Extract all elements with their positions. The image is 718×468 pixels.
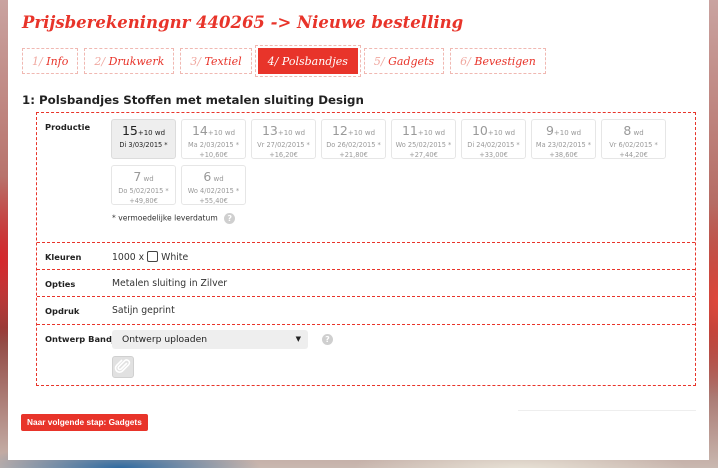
- help-icon[interactable]: ?: [224, 213, 236, 224]
- tab-bevestigen[interactable]: 6/ Bevestigen: [450, 48, 546, 74]
- option-days: 10: [471, 123, 488, 138]
- attach-button[interactable]: [112, 356, 134, 378]
- option-days: 14: [191, 123, 208, 138]
- kleuren-value: 1000 x White: [112, 251, 188, 263]
- option-days: 15: [121, 123, 138, 138]
- main-panel: Prijsberekeningnr 440265 -> Nieuwe beste…: [8, 0, 709, 460]
- option-price: +33,00€: [479, 151, 508, 159]
- tab-drukwerk[interactable]: 2/ Drukwerk: [84, 48, 175, 74]
- next-step-button[interactable]: Naar volgende stap: Gadgets: [21, 414, 148, 431]
- opties-value: Metalen sluiting in Zilver: [112, 278, 228, 289]
- production-option[interactable]: 7 wd Do 5/02/2015 * +49,80€: [111, 165, 176, 205]
- productie-row: Productie 15+10 wd Di 3/03/2015 * 14+10 wd…: [37, 113, 695, 243]
- option-days-suffix: wd: [211, 175, 224, 183]
- tab-info[interactable]: 1/ Info: [22, 48, 79, 74]
- production-option[interactable]: 10+10 wd Di 24/02/2015 * +33,00€: [461, 119, 526, 159]
- production-option[interactable]: 13+10 wd Vr 27/02/2015 * +16,20€: [251, 119, 316, 159]
- option-days: 9: [545, 123, 554, 138]
- option-days-suffix: +10 wd: [553, 129, 582, 137]
- opties-label: Opties: [45, 279, 76, 289]
- step-tabs: 1/ Info 2/ Drukwerk 3/ Textiel 4/ Polsba…: [22, 45, 546, 77]
- page-title: Prijsberekeningnr 440265 -> Nieuwe beste…: [22, 13, 464, 32]
- color-quantity: 1000 x: [112, 252, 145, 263]
- option-date: Di 24/02/2015 *: [467, 141, 520, 149]
- production-option[interactable]: 8 wd Vr 6/02/2015 * +44,20€: [601, 119, 666, 159]
- design-select-value: Ontwerp uploaden: [122, 334, 208, 345]
- option-date: Vr 6/02/2015 *: [609, 141, 658, 149]
- option-days-suffix: wd: [631, 129, 644, 137]
- opdruk-row: Opdruk Satijn geprint: [37, 297, 695, 325]
- option-days-suffix: +10 wd: [137, 129, 166, 137]
- tab-polsbandjes[interactable]: 4/ Polsbandjes: [254, 45, 361, 77]
- option-price: +10,60€: [199, 151, 228, 159]
- production-option[interactable]: 15+10 wd Di 3/03/2015 *: [111, 119, 176, 159]
- product-form: Productie 15+10 wd Di 3/03/2015 * 14+10 wd…: [36, 112, 696, 386]
- option-date: Ma 2/03/2015 *: [187, 141, 240, 149]
- option-price: +55,40€: [199, 197, 228, 205]
- option-date: Do 26/02/2015 *: [326, 141, 381, 149]
- color-name: White: [161, 252, 189, 263]
- option-date: Vr 27/02/2015 *: [257, 141, 310, 149]
- option-days-suffix: +10 wd: [207, 129, 236, 137]
- option-price: +27,40€: [409, 151, 438, 159]
- option-date: Do 5/02/2015 *: [118, 187, 169, 195]
- production-option[interactable]: 11+10 wd Wo 25/02/2015 * +27,40€: [391, 119, 456, 159]
- option-days-suffix: +10 wd: [277, 129, 306, 137]
- option-price: +16,20€: [269, 151, 298, 159]
- divider: [518, 410, 696, 411]
- option-date: Wo 25/02/2015 *: [395, 141, 452, 149]
- help-icon[interactable]: ?: [322, 334, 333, 345]
- option-days: 12: [331, 123, 348, 138]
- option-days-suffix: +10 wd: [347, 129, 376, 137]
- ontwerp-row: Ontwerp Bandje Ontwerp uploaden ▼ ?: [37, 325, 695, 385]
- productie-label: Productie: [45, 122, 91, 132]
- option-days-suffix: wd: [141, 175, 154, 183]
- production-option[interactable]: 14+10 wd Ma 2/03/2015 * +10,60€: [181, 119, 246, 159]
- opdruk-label: Opdruk: [45, 306, 80, 316]
- tab-gadgets[interactable]: 5/ Gadgets: [363, 48, 445, 74]
- opties-row: Opties Metalen sluiting in Zilver: [37, 270, 695, 297]
- design-select[interactable]: Ontwerp uploaden ▼: [112, 330, 308, 349]
- paperclip-icon: [114, 359, 131, 373]
- option-days-suffix: +10 wd: [417, 129, 446, 137]
- option-date: Di 3/03/2015 *: [119, 141, 168, 149]
- color-swatch: [147, 251, 159, 262]
- option-date: Wo 4/02/2015 *: [187, 187, 240, 195]
- production-option[interactable]: 12+10 wd Do 26/02/2015 * +21,80€: [321, 119, 386, 159]
- opdruk-value: Satijn geprint: [112, 305, 175, 316]
- option-days-suffix: +10 wd: [487, 129, 516, 137]
- option-price: +49,80€: [129, 197, 158, 205]
- section-title: 1: Polsbandjes Stoffen met metalen sluit…: [22, 93, 364, 107]
- option-date: Ma 23/02/2015 *: [535, 141, 592, 149]
- delivery-note: * vermoedelijke leverdatum ?: [112, 213, 236, 224]
- kleuren-label: Kleuren: [45, 252, 82, 262]
- option-price: +21,80€: [339, 151, 368, 159]
- chevron-down-icon: ▼: [295, 335, 301, 343]
- tab-textiel[interactable]: 3/ Textiel: [180, 48, 252, 74]
- option-price: +44,20€: [619, 151, 648, 159]
- option-price: +38,60€: [549, 151, 578, 159]
- production-option[interactable]: 6 wd Wo 4/02/2015 * +55,40€: [181, 165, 246, 205]
- production-option[interactable]: 9+10 wd Ma 23/02/2015 * +38,60€: [531, 119, 596, 159]
- option-days: 11: [401, 123, 418, 138]
- ontwerp-label: Ontwerp Bandje: [45, 334, 121, 344]
- kleuren-row: Kleuren 1000 x White: [37, 243, 695, 270]
- option-days: 13: [261, 123, 278, 138]
